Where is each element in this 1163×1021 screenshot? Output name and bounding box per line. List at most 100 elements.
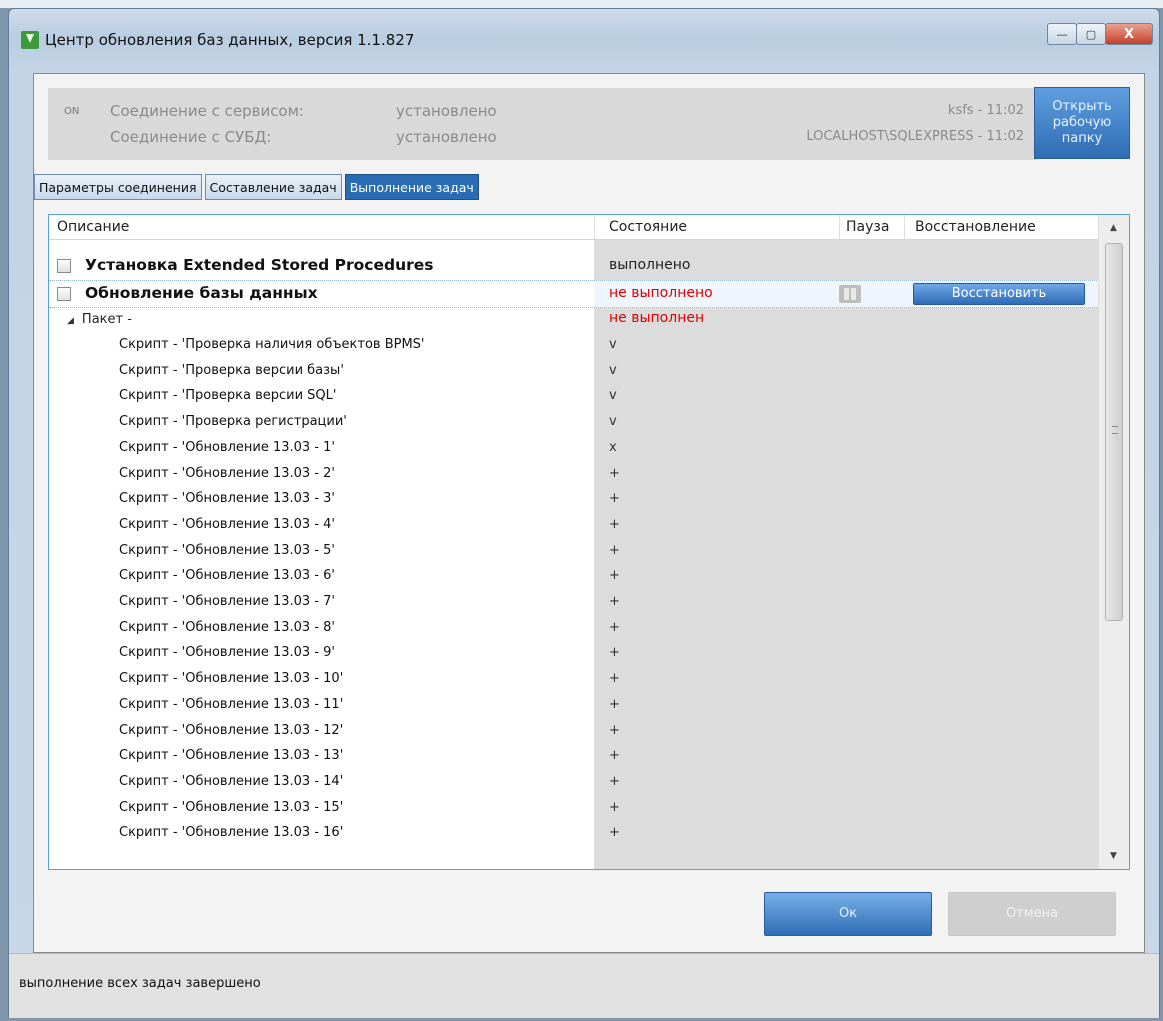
task-row-selected[interactable]: Обновление базы данных не выполнено Восс… bbox=[49, 280, 1099, 308]
script-state: + bbox=[609, 491, 620, 506]
db-host-time: LOCALHOST\SQLEXPRESS - 11:02 bbox=[806, 129, 1024, 144]
script-row[interactable]: Скрипт - 'Обновление 13.03 - 12' + bbox=[49, 719, 1099, 743]
script-label: Скрипт - 'Обновление 13.03 - 6' bbox=[119, 568, 335, 583]
column-header-restore[interactable]: Восстановление bbox=[915, 219, 1036, 235]
script-state: + bbox=[609, 723, 620, 738]
tab-connection-params[interactable]: Параметры соединения bbox=[34, 174, 202, 200]
script-row[interactable]: Скрипт - 'Обновление 13.03 - 2' + bbox=[49, 462, 1099, 486]
column-header-description[interactable]: Описание bbox=[57, 219, 129, 235]
script-row[interactable]: Скрипт - 'Проверка наличия объектов BPMS… bbox=[49, 333, 1099, 357]
open-work-folder-button[interactable]: Открыть рабочую папку bbox=[1034, 87, 1130, 159]
script-row[interactable]: Скрипт - 'Обновление 13.03 - 15' + bbox=[49, 796, 1099, 820]
script-label: Скрипт - 'Обновление 13.03 - 11' bbox=[119, 697, 344, 712]
script-label: Скрипт - 'Обновление 13.03 - 14' bbox=[119, 774, 344, 789]
script-state: x bbox=[609, 440, 617, 455]
column-separator bbox=[904, 215, 905, 239]
vertical-scrollbar[interactable]: ▲ ▼ bbox=[1098, 215, 1129, 869]
script-row[interactable]: Скрипт - 'Обновление 13.03 - 9' + bbox=[49, 641, 1099, 665]
minimize-button[interactable]: — bbox=[1047, 23, 1077, 45]
script-state: + bbox=[609, 517, 620, 532]
tab-compose-tasks[interactable]: Составление задач bbox=[204, 174, 342, 200]
script-row[interactable]: Скрипт - 'Обновление 13.03 - 14' + bbox=[49, 770, 1099, 794]
script-row[interactable]: Скрипт - 'Обновление 13.03 - 16' + bbox=[49, 821, 1099, 845]
on-badge: ON bbox=[64, 106, 80, 117]
script-state: + bbox=[609, 800, 620, 815]
script-row[interactable]: Скрипт - 'Обновление 13.03 - 1' x bbox=[49, 436, 1099, 460]
script-label: Скрипт - 'Обновление 13.03 - 5' bbox=[119, 543, 335, 558]
maximize-button[interactable]: ▢ bbox=[1076, 23, 1106, 45]
script-row[interactable]: Скрипт - 'Проверка версии SQL' v bbox=[49, 384, 1099, 408]
status-text: выполнение всех задач завершено bbox=[19, 976, 261, 991]
script-state: + bbox=[609, 671, 620, 686]
pause-icon[interactable] bbox=[839, 285, 861, 303]
scroll-grip-icon bbox=[1112, 426, 1118, 434]
script-label: Скрипт - 'Обновление 13.03 - 15' bbox=[119, 800, 344, 815]
download-arrow-icon bbox=[21, 31, 39, 49]
column-header-state[interactable]: Состояние bbox=[609, 219, 687, 235]
db-connection-value: установлено bbox=[396, 128, 497, 146]
script-row[interactable]: Скрипт - 'Проверка регистрации' v bbox=[49, 410, 1099, 434]
script-label: Скрипт - 'Обновление 13.03 - 9' bbox=[119, 645, 335, 660]
script-label: Скрипт - 'Обновление 13.03 - 12' bbox=[119, 723, 344, 738]
package-label: Пакет - bbox=[81, 312, 132, 327]
script-state: + bbox=[609, 568, 620, 583]
cancel-button: Отмена bbox=[948, 892, 1116, 936]
task-label: Установка Extended Stored Procedures bbox=[85, 256, 434, 274]
column-separator bbox=[594, 215, 595, 239]
script-label: Скрипт - 'Проверка регистрации' bbox=[119, 414, 347, 429]
script-label: Скрипт - 'Обновление 13.03 - 8' bbox=[119, 620, 335, 635]
service-host-time: ksfs - 11:02 bbox=[947, 103, 1024, 118]
app-window: Центр обновления баз данных, версия 1.1.… bbox=[8, 8, 1160, 1018]
background-app-strip bbox=[0, 0, 1163, 8]
ok-button[interactable]: Ок bbox=[764, 892, 932, 936]
column-separator bbox=[839, 215, 840, 239]
script-row[interactable]: Скрипт - 'Обновление 13.03 - 11' + bbox=[49, 693, 1099, 717]
script-row[interactable]: Скрипт - 'Обновление 13.03 - 13' + bbox=[49, 744, 1099, 768]
script-state: v bbox=[609, 363, 617, 378]
script-row[interactable]: Скрипт - 'Обновление 13.03 - 10' + bbox=[49, 667, 1099, 691]
restore-button[interactable]: Восстановить bbox=[913, 283, 1085, 305]
script-state: + bbox=[609, 774, 620, 789]
grid-header: Описание Состояние Пауза Восстановление bbox=[49, 215, 1099, 240]
script-row[interactable]: Скрипт - 'Обновление 13.03 - 7' + bbox=[49, 590, 1099, 614]
scroll-down-icon[interactable]: ▼ bbox=[1099, 845, 1128, 867]
status-bar: выполнение всех задач завершено bbox=[9, 953, 1159, 1018]
script-state: + bbox=[609, 466, 620, 481]
script-row[interactable]: Скрипт - 'Обновление 13.03 - 3' + bbox=[49, 487, 1099, 511]
script-row[interactable]: Скрипт - 'Обновление 13.03 - 4' + bbox=[49, 513, 1099, 537]
task-label: Обновление базы данных bbox=[85, 284, 318, 302]
script-state: + bbox=[609, 543, 620, 558]
script-row[interactable]: Скрипт - 'Обновление 13.03 - 6' + bbox=[49, 564, 1099, 588]
task-checkbox[interactable] bbox=[57, 287, 71, 301]
script-row[interactable]: Скрипт - 'Обновление 13.03 - 8' + bbox=[49, 616, 1099, 640]
script-state: + bbox=[609, 645, 620, 660]
task-row[interactable]: Установка Extended Stored Procedures вып… bbox=[49, 253, 1099, 279]
script-label: Скрипт - 'Обновление 13.03 - 2' bbox=[119, 466, 335, 481]
task-checkbox[interactable] bbox=[57, 259, 71, 273]
scroll-up-icon[interactable]: ▲ bbox=[1099, 217, 1128, 239]
package-row[interactable]: ◢ Пакет - не выполнен bbox=[49, 308, 1099, 330]
tab-bar: Параметры соединения Составление задач В… bbox=[34, 174, 482, 200]
script-label: Скрипт - 'Обновление 13.03 - 3' bbox=[119, 491, 335, 506]
task-state: выполнено bbox=[609, 257, 691, 273]
task-state: не выполнено bbox=[609, 285, 713, 301]
script-state: + bbox=[609, 620, 620, 635]
window-controls: — ▢ X bbox=[1047, 23, 1153, 47]
triangle-expanded-icon[interactable]: ◢ bbox=[67, 316, 74, 326]
script-label: Скрипт - 'Обновление 13.03 - 4' bbox=[119, 517, 335, 532]
script-state: + bbox=[609, 825, 620, 840]
scroll-thumb[interactable] bbox=[1105, 243, 1123, 621]
column-header-pause[interactable]: Пауза bbox=[846, 219, 889, 235]
tab-execute-tasks[interactable]: Выполнение задач bbox=[344, 174, 479, 200]
script-label: Скрипт - 'Обновление 13.03 - 13' bbox=[119, 748, 344, 763]
script-row[interactable]: Скрипт - 'Обновление 13.03 - 5' + bbox=[49, 539, 1099, 563]
script-state: v bbox=[609, 337, 617, 352]
script-label: Скрипт - 'Проверка версии SQL' bbox=[119, 388, 337, 403]
service-connection-value: установлено bbox=[396, 102, 497, 120]
script-label: Скрипт - 'Обновление 13.03 - 7' bbox=[119, 594, 335, 609]
close-button[interactable]: X bbox=[1105, 23, 1153, 45]
script-label: Скрипт - 'Обновление 13.03 - 1' bbox=[119, 440, 335, 455]
script-row[interactable]: Скрипт - 'Проверка версии базы' v bbox=[49, 359, 1099, 383]
script-state: v bbox=[609, 388, 617, 403]
window-title: Центр обновления баз данных, версия 1.1.… bbox=[45, 31, 415, 49]
